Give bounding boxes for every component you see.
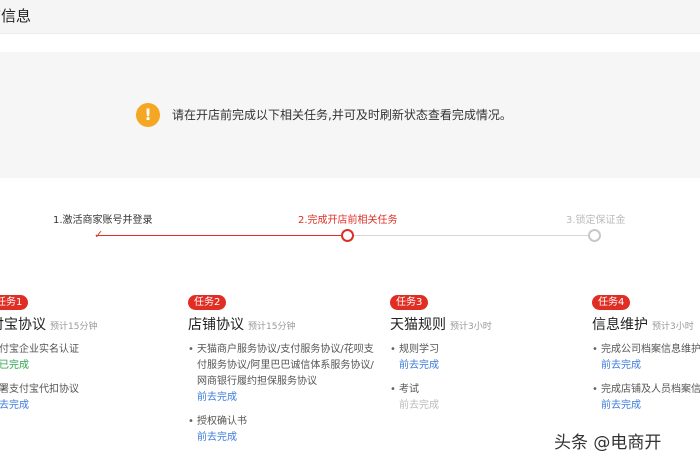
task-estimate: 预计3小时 bbox=[450, 322, 492, 332]
step-label-1: 1.激活商家账号并登录 bbox=[53, 215, 153, 226]
progress-line-pending bbox=[353, 235, 590, 236]
watermark: 头条 @电商开 bbox=[554, 433, 662, 453]
task-items: 天猫商户服务协议/支付服务协议/花呗支付服务协议/阿里巴巴诚信体系服务协议/网商… bbox=[188, 342, 378, 446]
task-title: 天猫规则 bbox=[390, 317, 446, 333]
task-item: 考试 bbox=[390, 382, 580, 398]
task-action-link[interactable]: 前去完成 bbox=[197, 390, 378, 406]
task-estimate: 预计3小时 bbox=[652, 322, 694, 332]
task-badge: 任务2 bbox=[188, 295, 227, 310]
task-action-link[interactable]: 前去完成 bbox=[601, 358, 700, 374]
task-badge: 任务4 bbox=[592, 295, 631, 310]
task-card-2: 任务2 店铺协议预计15分钟 天猫商户服务协议/支付服务协议/花呗支付服务协议/… bbox=[188, 290, 378, 454]
task-item: 完成公司档案信息维护 bbox=[592, 342, 700, 358]
task-estimate: 预计15分钟 bbox=[50, 322, 98, 332]
step-label-2: 2.完成开店前相关任务 bbox=[298, 215, 398, 226]
step-1-check-icon: ✓ bbox=[94, 228, 104, 241]
step-label-3: 3.锁定保证金 bbox=[566, 215, 626, 226]
task-item: 天猫商户服务协议/支付服务协议/花呗支付服务协议/阿里巴巴诚信体系服务协议/网商… bbox=[188, 342, 378, 390]
task-item: 完成店铺及人员档案信息 bbox=[592, 382, 700, 398]
task-action-link[interactable]: 前去完成 bbox=[197, 430, 378, 446]
task-items: 完成公司档案信息维护 前去完成 完成店铺及人员档案信息 前去完成 bbox=[592, 342, 700, 414]
page-title: 铺信息 bbox=[0, 7, 32, 25]
task-action-link[interactable]: 去完成 bbox=[0, 398, 180, 414]
task-action-link[interactable]: 前去完成 bbox=[399, 358, 580, 374]
warning-icon: ! bbox=[136, 103, 160, 127]
task-title: 信息维护 bbox=[592, 317, 648, 333]
progress-line-done bbox=[98, 235, 341, 236]
task-badge: 任务3 bbox=[390, 295, 429, 310]
task-items: 付宝企业实名认证 已完成 署支付宝代扣协议 去完成 bbox=[0, 342, 180, 414]
task-card-1: 任务1 付宝协议预计15分钟 付宝企业实名认证 已完成 署支付宝代扣协议 去完成 bbox=[0, 290, 180, 422]
task-action-link-disabled: 前去完成 bbox=[399, 400, 439, 411]
task-badge: 任务1 bbox=[0, 295, 29, 310]
step-3-pending-node bbox=[588, 229, 601, 242]
task-item: 规则学习 bbox=[390, 342, 580, 358]
notice-message: 请在开店前完成以下相关任务,并可及时刷新状态查看完成情况。 bbox=[172, 108, 512, 122]
task-card-4: 任务4 信息维护预计3小时 完成公司档案信息维护 前去完成 完成店铺及人员档案信… bbox=[592, 290, 700, 422]
task-item: 付宝企业实名认证 bbox=[0, 344, 79, 355]
task-item: 署支付宝代扣协议 bbox=[0, 384, 79, 395]
step-2-active-node bbox=[341, 229, 354, 242]
progress-steps bbox=[0, 196, 700, 256]
task-status-done: 已完成 bbox=[0, 360, 29, 371]
task-action-link[interactable]: 前去完成 bbox=[601, 398, 700, 414]
task-title: 付宝协议 bbox=[0, 317, 46, 333]
page-header: 铺信息 bbox=[0, 0, 700, 34]
task-title: 店铺协议 bbox=[188, 317, 244, 333]
task-card-3: 任务3 天猫规则预计3小时 规则学习 前去完成 考试 前去完成 bbox=[390, 290, 580, 422]
task-estimate: 预计15分钟 bbox=[248, 322, 296, 332]
task-items: 规则学习 前去完成 考试 前去完成 bbox=[390, 342, 580, 414]
task-item: 授权确认书 bbox=[188, 414, 378, 430]
